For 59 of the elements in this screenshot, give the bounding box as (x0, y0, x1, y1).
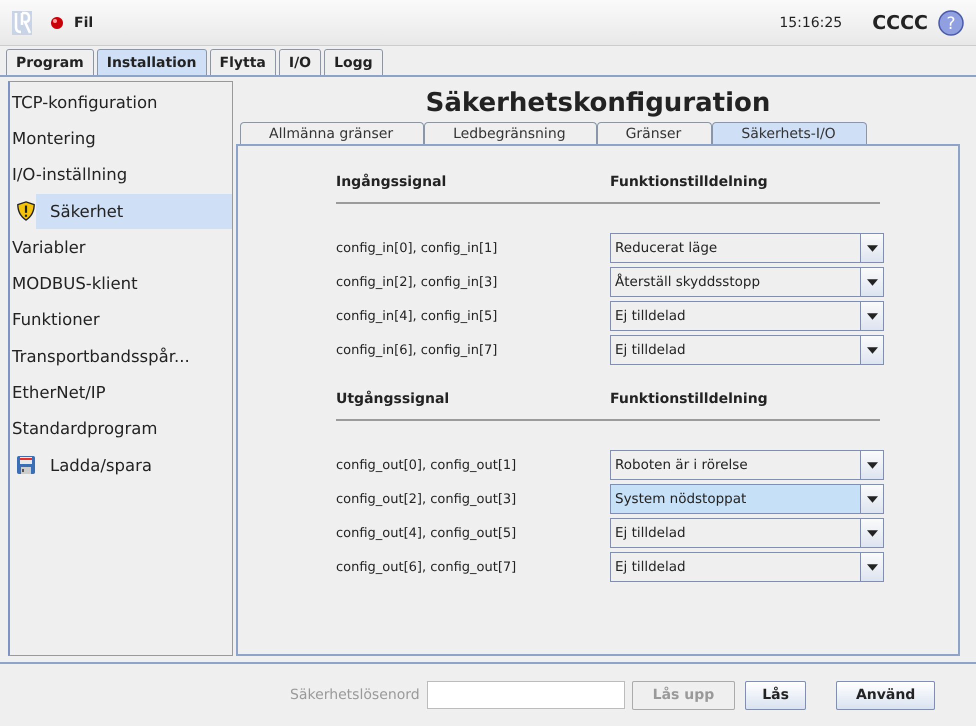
file-menu[interactable]: Fil (74, 14, 94, 30)
section-tab[interactable]: Säkerhets-I/O (712, 122, 867, 144)
sidebar-item[interactable]: I/O-inställning (10, 157, 232, 192)
signal-label: config_out[2], config_out[3] (336, 492, 518, 506)
footer-button[interactable]: Använd (836, 680, 936, 710)
main-tab[interactable]: Installation (96, 49, 207, 75)
caret-icon (866, 564, 878, 570)
column-heading: Funktionstilldelning (610, 391, 768, 407)
caret-icon (866, 462, 878, 468)
signal-label: config_out[4], config_out[5] (336, 526, 518, 540)
sidebar-item[interactable]: Transportbandsspår... (10, 338, 232, 374)
sidebar-item[interactable]: Ladda/spara (36, 448, 232, 483)
clock-time: 15:16:25 (779, 14, 842, 30)
caret-icon (866, 244, 878, 252)
sidebar-item[interactable]: Funktioner (10, 302, 232, 338)
function-dropdown[interactable]: Återställ skyddsstopp (610, 267, 884, 297)
password-field[interactable] (426, 681, 625, 709)
caret-icon (866, 496, 878, 502)
caret-icon (866, 346, 878, 354)
sidebar-item[interactable]: MODBUS-klient (10, 266, 232, 302)
signal-label: config_out[0], config_out[1] (336, 458, 518, 472)
column-heading: Ingångssignal (336, 174, 448, 190)
sidebar-item[interactable]: Montering (10, 120, 232, 156)
function-dropdown[interactable]: Roboten är i rörelse (610, 450, 884, 480)
caret-icon (866, 312, 878, 320)
signal-label: config_in[6], config_in[7] (336, 342, 498, 358)
signal-label: config_in[2], config_in[3] (336, 274, 498, 290)
column-heading: Funktionstilldelning (610, 174, 768, 190)
function-dropdown[interactable]: Reducerat läge (610, 233, 884, 263)
sidebar-item[interactable]: Säkerhet (36, 194, 232, 229)
warning-shield-icon (16, 201, 36, 222)
function-dropdown[interactable]: Ej tilldelad (610, 518, 884, 548)
main-tab[interactable]: Logg (324, 49, 383, 75)
signal-label: config_in[0], config_in[1] (336, 240, 498, 256)
function-dropdown[interactable]: Ej tilldelad (610, 301, 884, 331)
caret-icon (866, 278, 878, 286)
section-tab[interactable]: Ledbegränsning (424, 122, 597, 144)
function-dropdown[interactable]: System nödstoppat (610, 484, 884, 514)
function-dropdown[interactable]: Ej tilldelad (610, 335, 884, 365)
column-heading: Utgångssignal (336, 391, 450, 407)
section-tab[interactable]: Gränser (596, 122, 712, 144)
robot-name: CCCC (872, 12, 928, 34)
section-tab[interactable]: Allmänna gränser (240, 122, 424, 144)
sidebar-item[interactable]: EtherNet/IP (10, 375, 232, 410)
status-light-icon (50, 16, 64, 30)
signal-label: config_out[6], config_out[7] (336, 560, 518, 574)
password-label: Säkerhetslösenord (290, 687, 420, 703)
main-tab[interactable]: I/O (278, 49, 322, 75)
caret-icon (866, 530, 878, 536)
main-tab[interactable]: Flytta (210, 49, 276, 75)
sidebar-item[interactable]: Variabler (10, 230, 232, 265)
signal-label: config_in[4], config_in[5] (336, 308, 498, 324)
main-tab[interactable]: Program (6, 49, 94, 75)
page-title: Säkerhetskonfiguration (424, 87, 772, 120)
sidebar-item[interactable]: TCP-konfiguration (10, 84, 232, 120)
footer-button[interactable]: Lås (745, 680, 806, 710)
logo-icon (12, 10, 32, 34)
function-dropdown[interactable]: Ej tilldelad (610, 552, 884, 582)
sidebar-item[interactable]: Standardprogram (10, 411, 232, 446)
